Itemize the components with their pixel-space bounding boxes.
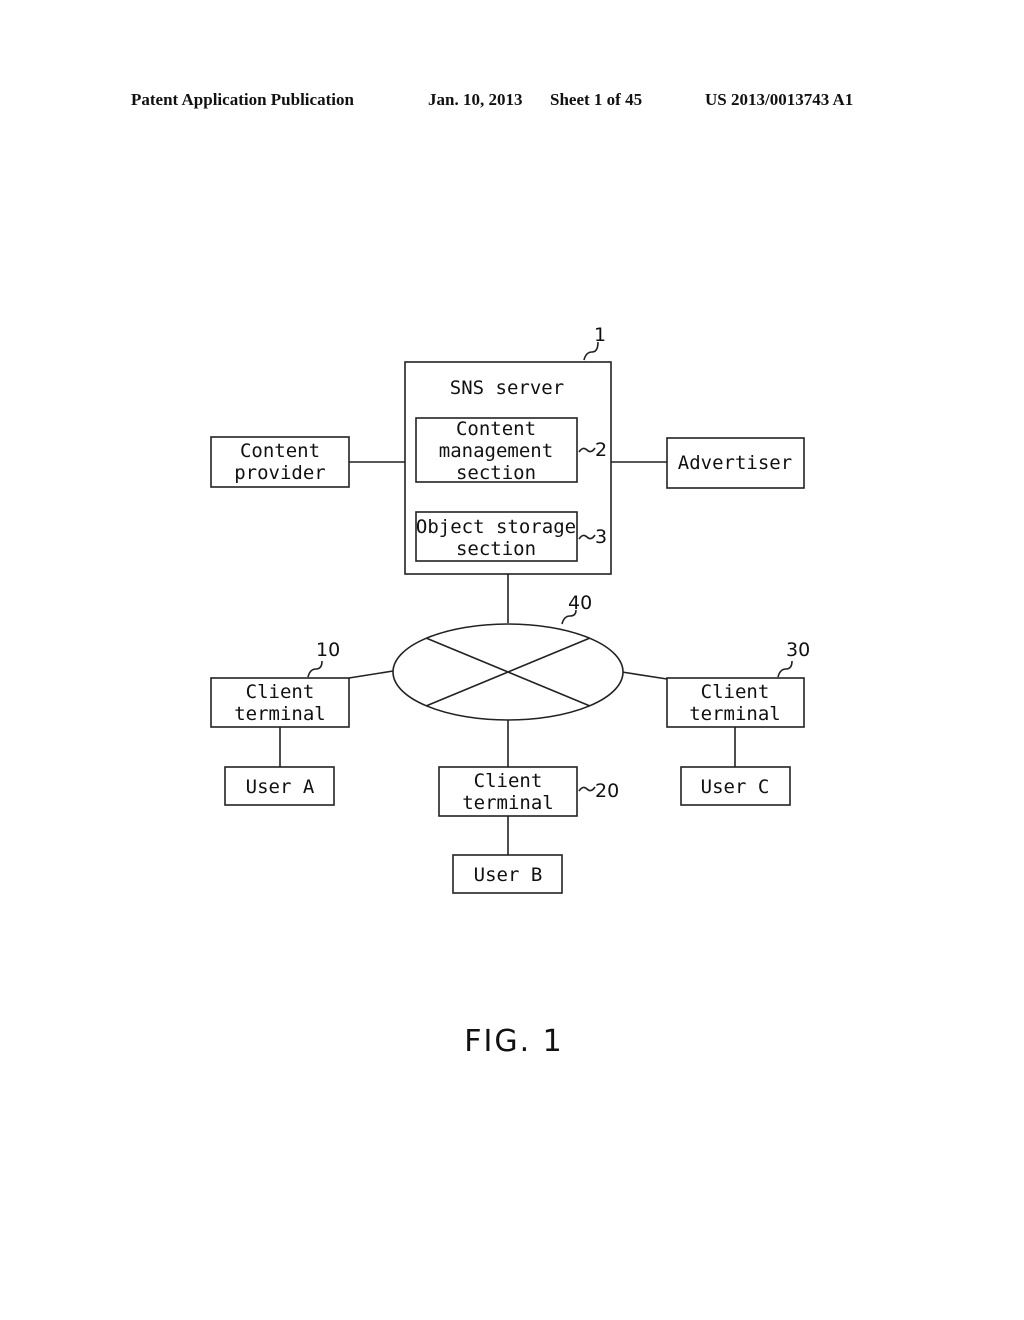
client-terminal-30[interactable]: Client terminal — [666, 677, 805, 728]
leader-20 — [578, 786, 596, 792]
content-provider-line-2: provider — [234, 462, 326, 484]
advertiser[interactable]: Advertiser — [666, 437, 805, 489]
user-c[interactable]: User C — [680, 766, 791, 806]
advertiser-label: Advertiser — [678, 452, 792, 474]
content-provider-line-1: Content — [240, 440, 320, 462]
user-a-label: User A — [246, 776, 315, 798]
content-management-section[interactable]: Content management section — [415, 417, 578, 484]
ref-label-1: 1 — [594, 324, 606, 346]
client-terminal-30-line-2: terminal — [689, 703, 781, 725]
object-storage-line-1: Object storage — [416, 516, 576, 538]
client-terminal-20-line-1: Client — [474, 770, 543, 792]
leader-30 — [777, 660, 793, 678]
client-terminal-10-line-1: Client — [246, 681, 315, 703]
content-management-line-1: Content — [456, 418, 536, 440]
ref-label-2: 2 — [595, 439, 607, 461]
client-terminal-20[interactable]: Client terminal — [438, 766, 578, 817]
leader-10 — [307, 660, 323, 678]
ref-label-3: 3 — [595, 526, 607, 548]
content-provider[interactable]: Content provider — [210, 436, 350, 488]
ref-label-20: 20 — [595, 780, 619, 802]
client-terminal-30-line-1: Client — [701, 681, 770, 703]
sns-server-title: SNS server — [450, 377, 564, 399]
user-b[interactable]: User B — [452, 854, 563, 894]
content-management-line-2: management — [439, 440, 553, 462]
client-terminal-10[interactable]: Client terminal — [210, 677, 350, 728]
figure-label: FIG. 1 — [464, 1024, 564, 1059]
ref-label-10: 10 — [316, 639, 340, 661]
user-c-label: User C — [701, 776, 770, 798]
system-diagram: SNS server 1 Content management section … — [210, 324, 810, 1059]
ref-label-30: 30 — [786, 639, 810, 661]
ref-label-40: 40 — [568, 592, 592, 614]
client-terminal-20-line-2: terminal — [462, 792, 554, 814]
network[interactable] — [392, 623, 624, 721]
client-terminal-10-line-2: terminal — [234, 703, 326, 725]
user-b-label: User B — [474, 864, 543, 886]
connector-network-client-c — [621, 671, 668, 680]
object-storage-line-2: section — [456, 538, 536, 560]
connector-network-client-a — [348, 670, 394, 679]
object-storage-section[interactable]: Object storage section — [415, 511, 578, 562]
user-a[interactable]: User A — [224, 766, 335, 806]
content-management-line-3: section — [456, 462, 536, 484]
